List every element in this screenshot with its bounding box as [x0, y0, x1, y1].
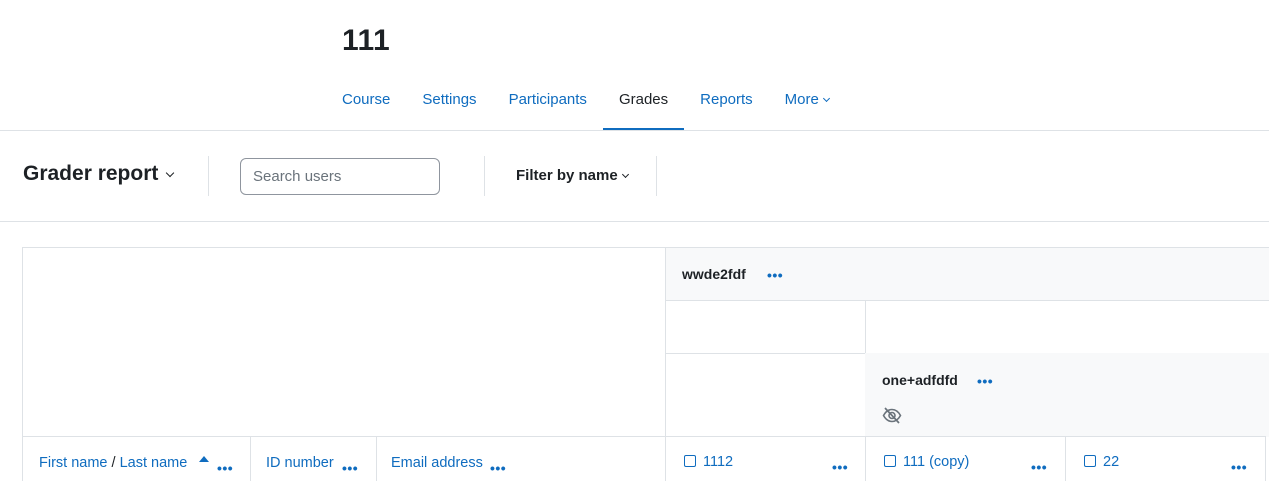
grade-item-link[interactable]: 1112: [684, 454, 733, 470]
grade-item-link[interactable]: 22: [1084, 454, 1119, 470]
email-menu-icon[interactable]: •••: [490, 461, 506, 475]
nav-more[interactable]: More: [769, 80, 845, 131]
course-title: 111: [342, 24, 391, 57]
sort-last-name-link[interactable]: Last name: [120, 455, 188, 471]
grade-item-name: 22: [1103, 454, 1120, 470]
column-header-name: First name / Last name •••: [22, 436, 251, 481]
column-header-id-number: ID number •••: [250, 436, 377, 481]
subcategory-menu-icon[interactable]: •••: [977, 374, 993, 388]
filter-by-name-dropdown[interactable]: Filter by name: [516, 167, 629, 184]
grade-item-icon: [684, 455, 696, 467]
grade-item-header: 22 •••: [1065, 436, 1266, 481]
chevron-down-icon: [166, 168, 175, 178]
column-header-email: Email address •••: [376, 436, 666, 481]
nav-reports[interactable]: Reports: [684, 80, 769, 131]
grade-item-menu-icon[interactable]: •••: [1031, 460, 1047, 474]
name-sort-links: First name / Last name: [39, 455, 210, 471]
toolbar-bottom-divider: [0, 221, 1269, 222]
grade-item-header: 111 (copy) •••: [865, 436, 1066, 481]
chevron-down-icon: [621, 170, 629, 179]
toolbar-divider: [484, 156, 485, 196]
grade-item-icon: [884, 455, 896, 467]
category-spacer: [665, 353, 866, 437]
nav-divider: [0, 130, 1269, 131]
secondary-navigation: Course Settings Participants Grades Repo…: [326, 80, 845, 131]
email-address-link[interactable]: Email address: [391, 455, 483, 471]
filter-label: Filter by name: [516, 167, 618, 184]
nav-course[interactable]: Course: [326, 80, 406, 131]
user-header-blank: [22, 247, 666, 437]
category-header-top: wwde2fdf •••: [665, 247, 1269, 301]
grade-item-header: 1112 •••: [665, 436, 866, 481]
grade-item-menu-icon[interactable]: •••: [832, 460, 848, 474]
category-spacer: [865, 300, 1269, 354]
nav-grades[interactable]: Grades: [602, 80, 685, 131]
subcategory-name: one+adfdfd: [882, 372, 958, 388]
category-spacer: [665, 300, 866, 354]
nav-participants[interactable]: Participants: [493, 80, 603, 131]
report-title: Grader report: [23, 162, 159, 185]
grade-item-name: 111 (copy): [903, 454, 970, 470]
grade-item-menu-icon[interactable]: •••: [1231, 460, 1247, 474]
report-selector[interactable]: Grader report: [23, 162, 175, 186]
name-separator: /: [111, 455, 116, 471]
category-menu-icon[interactable]: •••: [767, 268, 783, 282]
category-name: wwde2fdf: [682, 266, 746, 282]
eye-slash-icon: [882, 407, 902, 429]
nav-settings[interactable]: Settings: [406, 80, 492, 131]
grade-item-icon: [1084, 455, 1096, 467]
chevron-down-icon: [822, 94, 830, 103]
search-users-input[interactable]: [240, 158, 440, 195]
category-header-sub: one+adfdfd •••: [865, 353, 1269, 437]
sort-first-name-link[interactable]: First name: [39, 455, 108, 471]
name-column-menu-icon[interactable]: •••: [217, 461, 233, 475]
grade-item-name: 1112: [703, 454, 734, 470]
sort-ascending-icon: [199, 456, 210, 462]
toolbar-divider: [208, 156, 209, 196]
nav-more-label: More: [784, 91, 819, 108]
id-number-link[interactable]: ID number: [266, 455, 334, 471]
id-number-menu-icon[interactable]: •••: [342, 461, 358, 475]
grade-item-link[interactable]: 111 (copy): [884, 454, 969, 470]
toolbar-divider: [656, 156, 657, 196]
